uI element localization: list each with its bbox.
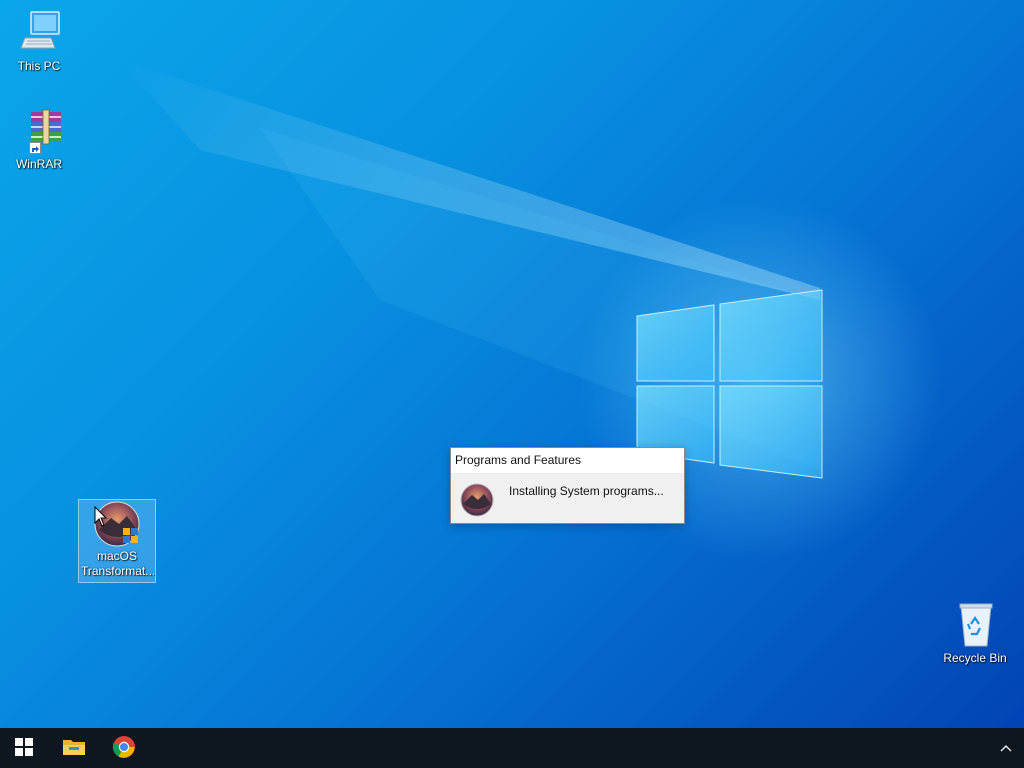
taskbar-file-explorer-button[interactable] bbox=[50, 728, 98, 768]
desktop-icon-recycle-bin[interactable]: Recycle Bin bbox=[937, 602, 1013, 666]
macos-transformation-icon bbox=[460, 483, 494, 520]
mouse-cursor-icon bbox=[94, 506, 108, 527]
start-icon bbox=[15, 737, 33, 759]
winrar-icon bbox=[15, 108, 63, 156]
programs-and-features-dialog: Programs and Features Installing System … bbox=[450, 447, 685, 524]
start-button[interactable] bbox=[0, 728, 48, 768]
recycle-bin-icon bbox=[951, 602, 999, 650]
desktop-icon-macos-transformation[interactable]: macOS Transformat... bbox=[78, 499, 156, 583]
desktop-icon-winrar[interactable]: WinRAR bbox=[1, 108, 77, 172]
windows-logo-wallpaper bbox=[636, 289, 823, 479]
this-pc-icon bbox=[15, 10, 63, 58]
file-explorer-icon bbox=[62, 737, 86, 760]
dialog-status-text: Installing System programs... bbox=[509, 484, 664, 498]
desktop-icon-label: macOS Transformat... bbox=[81, 549, 156, 578]
desktop[interactable]: This PC WinRAR macOS Transformat... Recy… bbox=[0, 0, 1024, 728]
desktop-icon-this-pc[interactable]: This PC bbox=[1, 10, 77, 74]
chrome-icon bbox=[112, 735, 136, 762]
desktop-icon-label: WinRAR bbox=[15, 157, 62, 171]
taskbar bbox=[0, 728, 1024, 768]
desktop-icon-label: Recycle Bin bbox=[943, 651, 1007, 665]
show-hidden-icons-button[interactable] bbox=[988, 728, 1024, 768]
shortcut-arrow-icon bbox=[29, 142, 41, 154]
chevron-up-icon bbox=[1000, 741, 1012, 755]
desktop-icon-label: This PC bbox=[17, 59, 61, 73]
dialog-title: Programs and Features bbox=[451, 448, 684, 473]
taskbar-chrome-button[interactable] bbox=[100, 728, 148, 768]
